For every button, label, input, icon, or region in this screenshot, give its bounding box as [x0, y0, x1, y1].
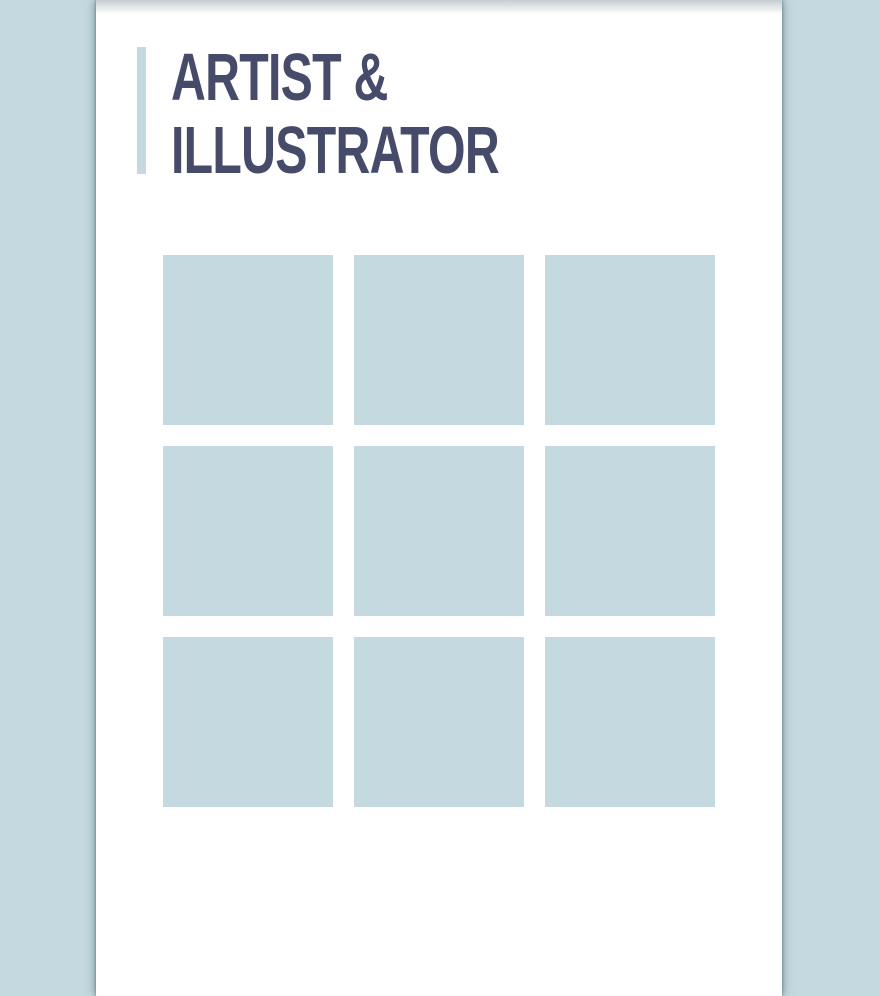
page-title-line-2: Illustrator	[171, 113, 500, 188]
gallery-tile-8[interactable]	[354, 637, 524, 807]
gallery-tile-9[interactable]	[545, 637, 715, 807]
image-gallery-grid	[163, 255, 715, 807]
portfolio-page: Artist & Illustrator	[96, 0, 782, 996]
page-title: Artist & Illustrator	[171, 40, 500, 188]
gallery-tile-3[interactable]	[545, 255, 715, 425]
gallery-tile-2[interactable]	[354, 255, 524, 425]
gallery-tile-5[interactable]	[354, 446, 524, 616]
page-title-line-1: Artist &	[171, 40, 388, 115]
gallery-tile-4[interactable]	[163, 446, 333, 616]
gallery-tile-1[interactable]	[163, 255, 333, 425]
gallery-tile-6[interactable]	[545, 446, 715, 616]
title-accent-bar	[137, 47, 146, 174]
gallery-tile-7[interactable]	[163, 637, 333, 807]
